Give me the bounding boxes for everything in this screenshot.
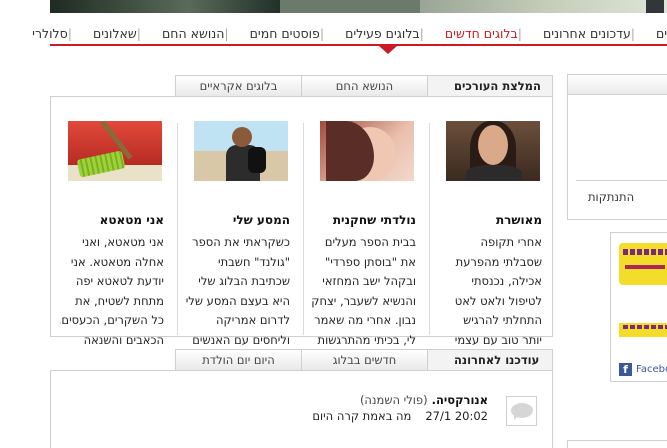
- nav-item-hot-posts[interactable]: | פוסטים חמים: [243, 26, 338, 41]
- nav-item-blogs[interactable]: בלוגים: [649, 26, 667, 41]
- blog-excerpt: אחרי תקופה שסבלתי מהפרעת אכילה, נכנסתי ל…: [454, 235, 542, 347]
- blog-thumbnail[interactable]: [68, 121, 162, 181]
- sidebar-box: [567, 440, 667, 448]
- user-sidebar-box: התנתקות: [567, 74, 667, 220]
- site-promo-logo[interactable]: [619, 323, 667, 337]
- nav-item-recent-updates[interactable]: | עדכונים אחרונים: [536, 26, 649, 41]
- comment-bubble-icon: [506, 396, 537, 426]
- column-divider: [177, 123, 178, 335]
- site-promo-logo[interactable]: [619, 243, 667, 285]
- sidebar-box-header: [568, 75, 667, 95]
- blog-card[interactable]: מאושרת אחרי תקופה שסבלתי מהפרעת אכילה, נ…: [444, 121, 552, 347]
- blog-thumbnail[interactable]: [446, 121, 540, 181]
- editors-tabs: המלצת העורכים הנושא החם בלוגים אקראיים: [175, 75, 553, 96]
- tab-hot-topic[interactable]: הנושא החם: [301, 75, 427, 96]
- nav-item-hot-topic[interactable]: | הנושא החם: [155, 26, 243, 41]
- update-date: 20:02 27/1: [425, 409, 488, 423]
- update-author[interactable]: (פולי השמנה): [360, 393, 428, 407]
- blog-excerpt: אני מטאטא, ואני אחלה מטאטא. אני יודעת לט…: [60, 235, 164, 347]
- update-post-line[interactable]: 20:02 27/1 מה באמת קרה היום: [312, 409, 488, 423]
- nav-item-new-blogs[interactable]: | בלוגים חדשים: [438, 26, 536, 41]
- blog-card[interactable]: המסע שלי כשקראתי את הספר "גולנד" חשבתי ש…: [186, 121, 300, 347]
- blog-thumbnail[interactable]: [320, 121, 414, 181]
- blog-card[interactable]: נולדתי שחקנית בבית הספר מעלים את "בוסתן …: [312, 121, 426, 347]
- blog-thumbnail[interactable]: [194, 121, 288, 181]
- nav-item-mobile[interactable]: | סלולרי: [25, 26, 86, 41]
- top-banner-image: [50, 0, 667, 13]
- top-navigation: בלוגים |עדכונים אחרונים |בלוגים חדשים |ב…: [32, 22, 667, 46]
- facebook-link[interactable]: Facebo: [636, 364, 667, 375]
- divider: [576, 180, 667, 181]
- column-divider: [429, 123, 430, 335]
- facebook-icon[interactable]: f: [619, 363, 632, 376]
- blog-title[interactable]: אני מטאטא: [100, 213, 164, 227]
- blog-excerpt: בבית הספר מעלים את "בוסתן ספרדי" ובקהל י…: [312, 235, 416, 347]
- blog-title[interactable]: המסע שלי: [233, 213, 290, 227]
- tab-birthday-today[interactable]: היום יום הולדת: [175, 349, 301, 370]
- nav-item-questionnaires[interactable]: | שאלונים: [86, 26, 155, 41]
- update-blog-name[interactable]: אנורקסיה.: [432, 393, 488, 407]
- updates-tabs: עודכנו לאחרונה חדשים בבלוג היום יום הולד…: [175, 349, 553, 370]
- recent-updates-panel: אנורקסיה. (פולי השמנה) 20:02 27/1 מה באמת …: [50, 370, 553, 448]
- nav-item-active-blogs[interactable]: | בלוגים פעילים: [338, 26, 438, 41]
- tab-editors-pick[interactable]: המלצת העורכים: [427, 75, 553, 96]
- update-post-title[interactable]: מה באמת קרה היום: [312, 409, 411, 423]
- editors-pick-panel: מאושרת אחרי תקופה שסבלתי מהפרעת אכילה, נ…: [50, 96, 553, 347]
- tab-recently-updated[interactable]: עודכנו לאחרונה: [427, 349, 553, 370]
- blog-excerpt: כשקראתי את הספר "גולנד" חשבתי שכתיבת הבל…: [186, 235, 290, 347]
- tab-random-blogs[interactable]: בלוגים אקראיים: [175, 75, 301, 96]
- sidebar-ads-box: f Facebo: [610, 232, 667, 382]
- active-nav-indicator: [379, 46, 397, 54]
- blog-title[interactable]: נולדתי שחקנית: [333, 213, 416, 227]
- tab-new-in-blog[interactable]: חדשים בבלוג: [301, 349, 427, 370]
- logout-link[interactable]: התנתקות: [588, 190, 634, 204]
- column-divider: [303, 123, 304, 335]
- blog-title[interactable]: מאושרת: [496, 213, 542, 227]
- blog-card[interactable]: אני מטאטא אני מטאטא, ואני אחלה מטאטא. אנ…: [60, 121, 174, 347]
- update-blog-line[interactable]: אנורקסיה. (פולי השמנה): [360, 393, 488, 407]
